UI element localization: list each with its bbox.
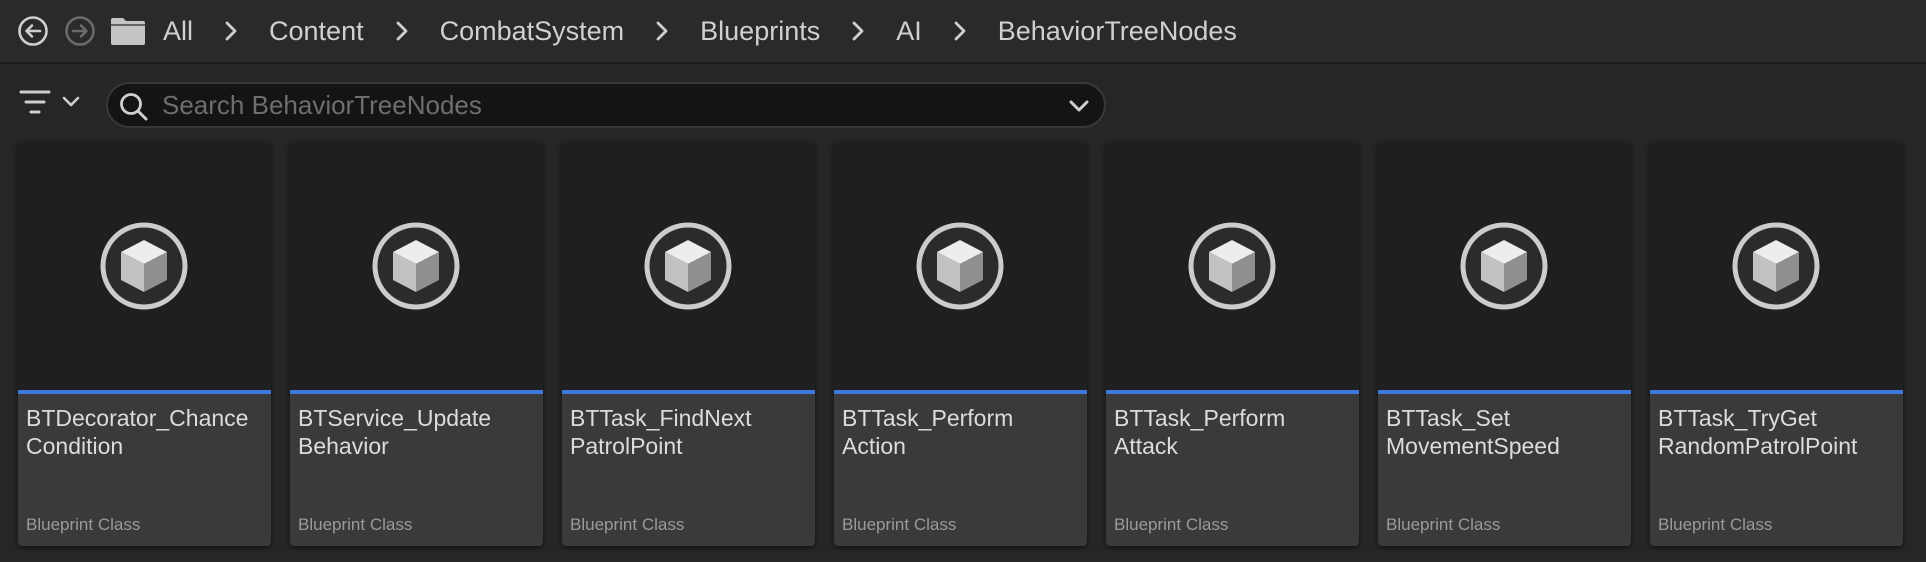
forward-button[interactable] [64, 15, 96, 47]
asset-type-label: Blueprint Class [570, 515, 685, 534]
asset-name-line-1: BTService_Update [298, 405, 492, 431]
asset-thumbnail [1106, 142, 1359, 390]
asset-tile[interactable]: BTTask_TryGet RandomPatrolPoint Blueprin… [1650, 142, 1903, 546]
blueprint-cube-icon [1732, 222, 1820, 310]
asset-type-color-bar [562, 390, 815, 394]
asset-name-line-1: BTTask_Set [1386, 405, 1510, 431]
asset-grid: BTDecorator_Chance Condition Blueprint C… [18, 142, 1918, 546]
breadcrumb-item-all[interactable]: All [163, 16, 193, 47]
breadcrumb-item-behaviortreenodes[interactable]: BehaviorTreeNodes [998, 16, 1237, 47]
asset-name-line-2: PatrolPoint [570, 433, 683, 459]
asset-thumbnail [1650, 142, 1903, 390]
blueprint-cube-icon [916, 222, 1004, 310]
asset-toolbar [0, 66, 1926, 138]
search-box [106, 82, 1106, 128]
chevron-right-icon [647, 20, 677, 42]
asset-name-line-2: RandomPatrolPoint [1658, 433, 1858, 459]
asset-tile[interactable]: BTTask_FindNext PatrolPoint Blueprint Cl… [562, 142, 815, 546]
asset-name: BTService_Update Behavior [298, 404, 538, 460]
asset-name-line-2: Condition [26, 433, 124, 459]
blueprint-cube-icon [1188, 222, 1276, 310]
breadcrumb-item-blueprints[interactable]: Blueprints [700, 16, 820, 47]
chevron-right-icon [945, 20, 975, 42]
circle-arrow-left-icon [18, 16, 48, 46]
breadcrumb-item-ai[interactable]: AI [896, 16, 922, 47]
asset-name-line-1: BTTask_TryGet [1658, 405, 1817, 431]
asset-tile[interactable]: BTTask_Set MovementSpeed Blueprint Class [1378, 142, 1631, 546]
asset-name-line-1: BTTask_Perform [842, 405, 1014, 431]
asset-type-color-bar [1378, 390, 1631, 394]
asset-type-color-bar [1650, 390, 1903, 394]
chevron-right-icon [387, 20, 417, 42]
asset-name: BTTask_Perform Attack [1114, 404, 1354, 460]
back-button[interactable] [17, 15, 49, 47]
breadcrumb: All Content CombatSystem Blueprints AI B… [163, 0, 1237, 62]
filter-button[interactable] [18, 84, 90, 120]
search-input[interactable] [162, 84, 1022, 126]
asset-thumbnail [562, 142, 815, 390]
chevron-right-icon [216, 20, 246, 42]
asset-thumbnail [834, 142, 1087, 390]
asset-name: BTTask_Set MovementSpeed [1386, 404, 1626, 460]
blueprint-cube-icon [372, 222, 460, 310]
breadcrumb-item-content[interactable]: Content [269, 16, 364, 47]
asset-type-label: Blueprint Class [1658, 515, 1773, 534]
filter-icon [19, 90, 51, 114]
asset-thumbnail [290, 142, 543, 390]
asset-tile[interactable]: BTService_Update Behavior Blueprint Clas… [290, 142, 543, 546]
asset-type-label: Blueprint Class [842, 515, 957, 534]
asset-name-line-2: MovementSpeed [1386, 433, 1560, 459]
asset-name-line-1: BTTask_Perform [1114, 405, 1286, 431]
asset-name: BTTask_TryGet RandomPatrolPoint [1658, 404, 1898, 460]
chevron-down-icon [62, 96, 80, 107]
asset-name: BTDecorator_Chance Condition [26, 404, 266, 460]
asset-type-color-bar [18, 390, 271, 394]
asset-name: BTTask_Perform Action [842, 404, 1082, 460]
blueprint-cube-icon [644, 222, 732, 310]
chevron-down-icon[interactable] [1064, 92, 1094, 120]
asset-tile[interactable]: BTDecorator_Chance Condition Blueprint C… [18, 142, 271, 546]
asset-name-line-2: Behavior [298, 433, 389, 459]
breadcrumb-item-combatsystem[interactable]: CombatSystem [440, 16, 625, 47]
chevron-right-icon [843, 20, 873, 42]
asset-name-line-2: Action [842, 433, 906, 459]
asset-type-color-bar [834, 390, 1087, 394]
asset-name: BTTask_FindNext PatrolPoint [570, 404, 810, 460]
asset-type-color-bar [1106, 390, 1359, 394]
search-icon [120, 93, 148, 121]
asset-type-label: Blueprint Class [1386, 515, 1501, 534]
navigation-bar: All Content CombatSystem Blueprints AI B… [0, 0, 1926, 64]
asset-thumbnail [18, 142, 271, 390]
asset-tile[interactable]: BTTask_Perform Action Blueprint Class [834, 142, 1087, 546]
blueprint-cube-icon [100, 222, 188, 310]
asset-name-line-1: BTDecorator_Chance [26, 405, 249, 431]
asset-name-line-2: Attack [1114, 433, 1178, 459]
folder-icon[interactable] [110, 16, 146, 46]
blueprint-cube-icon [1460, 222, 1548, 310]
asset-type-color-bar [290, 390, 543, 394]
asset-tile[interactable]: BTTask_Perform Attack Blueprint Class [1106, 142, 1359, 546]
circle-arrow-right-icon [65, 16, 95, 46]
asset-thumbnail [1378, 142, 1631, 390]
asset-name-line-1: BTTask_FindNext [570, 405, 752, 431]
asset-type-label: Blueprint Class [26, 515, 141, 534]
asset-type-label: Blueprint Class [1114, 515, 1229, 534]
asset-type-label: Blueprint Class [298, 515, 413, 534]
